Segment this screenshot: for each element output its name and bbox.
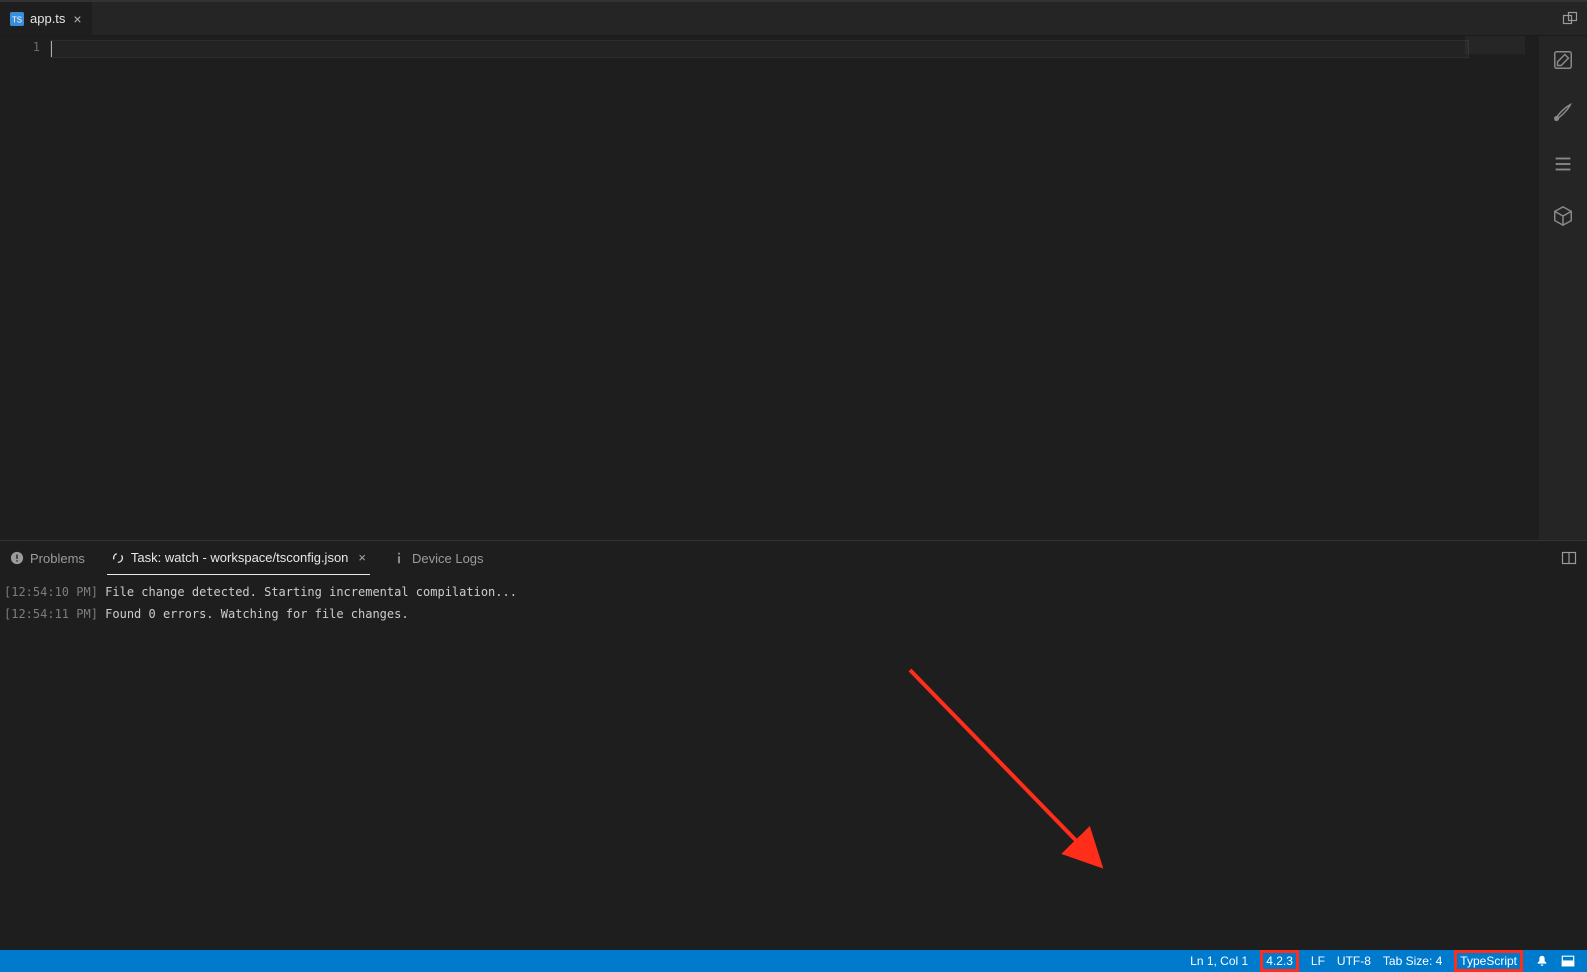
status-eol[interactable]: LF (1305, 950, 1331, 972)
brush-icon[interactable] (1549, 98, 1577, 126)
panel-tab-task-label: Task: watch - workspace/tsconfig.json (131, 550, 348, 565)
problems-icon (10, 551, 24, 565)
status-layout-icon[interactable] (1555, 950, 1581, 972)
status-tab-size-label: Tab Size: 4 (1383, 954, 1442, 968)
status-ln-col[interactable]: Ln 1, Col 1 (1184, 950, 1254, 972)
status-bar: Ln 1, Col 1 4.2.3 LF UTF-8 Tab Size: 4 T… (0, 950, 1587, 972)
log-timestamp: [12:54:10 PM] (4, 585, 98, 599)
annotation-highlight-box: TypeScript (1454, 950, 1523, 972)
panel-tab-problems-label: Problems (30, 551, 85, 566)
status-encoding-label: UTF-8 (1337, 954, 1371, 968)
log-timestamp: [12:54:11 PM] (4, 607, 98, 621)
editor-area[interactable]: 1 (0, 36, 1539, 540)
editor-tab-active[interactable]: TS app.ts × (0, 2, 93, 35)
close-panel-tab-icon[interactable]: × (358, 550, 366, 565)
panel-tab-task[interactable]: Task: watch - workspace/tsconfig.json × (107, 541, 370, 575)
info-icon (392, 551, 406, 565)
panel-tab-device-logs-label: Device Logs (412, 551, 484, 566)
panel-tab-device-logs[interactable]: Device Logs (388, 541, 488, 575)
edit-icon[interactable] (1549, 46, 1577, 74)
status-language-label: TypeScript (1460, 954, 1517, 968)
editor-tab-label: app.ts (30, 11, 65, 26)
line-gutter: 1 (0, 36, 50, 540)
log-message: File change detected. Starting increment… (98, 585, 517, 599)
compare-changes-icon[interactable] (1553, 2, 1587, 36)
panel-body[interactable]: [12:54:10 PM] File change detected. Star… (0, 575, 1587, 950)
status-bell-icon[interactable] (1529, 950, 1555, 972)
annotation-highlight-box: 4.2.3 (1260, 950, 1299, 972)
package-icon[interactable] (1549, 202, 1577, 230)
status-tab-size[interactable]: Tab Size: 4 (1377, 950, 1448, 972)
status-encoding[interactable]: UTF-8 (1331, 950, 1377, 972)
editor-tab-strip: TS app.ts × (0, 2, 1587, 36)
status-eol-label: LF (1311, 954, 1325, 968)
log-line: [12:54:11 PM] Found 0 errors. Watching f… (4, 603, 1583, 625)
typescript-file-icon: TS (10, 12, 24, 26)
annotation-arrow (900, 660, 1120, 950)
log-message: Found 0 errors. Watching for file change… (98, 607, 409, 621)
split-panel-icon[interactable] (1557, 546, 1581, 570)
minimap[interactable] (1465, 36, 1525, 54)
code-area[interactable] (50, 36, 1539, 540)
current-line-highlight (50, 40, 1469, 58)
editor-middle: 1 (0, 36, 1587, 540)
status-ln-col-label: Ln 1, Col 1 (1190, 954, 1248, 968)
spinner-icon (111, 551, 125, 565)
log-line: [12:54:10 PM] File change detected. Star… (4, 581, 1583, 603)
panel-tab-strip: Problems Task: watch - workspace/tsconfi… (0, 541, 1587, 575)
status-ts-version-label: 4.2.3 (1266, 954, 1293, 968)
app-root: TS app.ts × 1 (0, 0, 1587, 972)
svg-text:TS: TS (12, 15, 22, 24)
line-number: 1 (0, 40, 40, 54)
status-language[interactable]: TypeScript (1448, 950, 1529, 972)
caret (51, 41, 52, 57)
right-toolbar (1539, 36, 1587, 540)
bottom-panel: Problems Task: watch - workspace/tsconfi… (0, 540, 1587, 950)
panel-tab-problems[interactable]: Problems (6, 541, 89, 575)
list-icon[interactable] (1549, 150, 1577, 178)
close-tab-icon[interactable]: × (73, 11, 81, 27)
status-ts-version[interactable]: 4.2.3 (1254, 950, 1305, 972)
